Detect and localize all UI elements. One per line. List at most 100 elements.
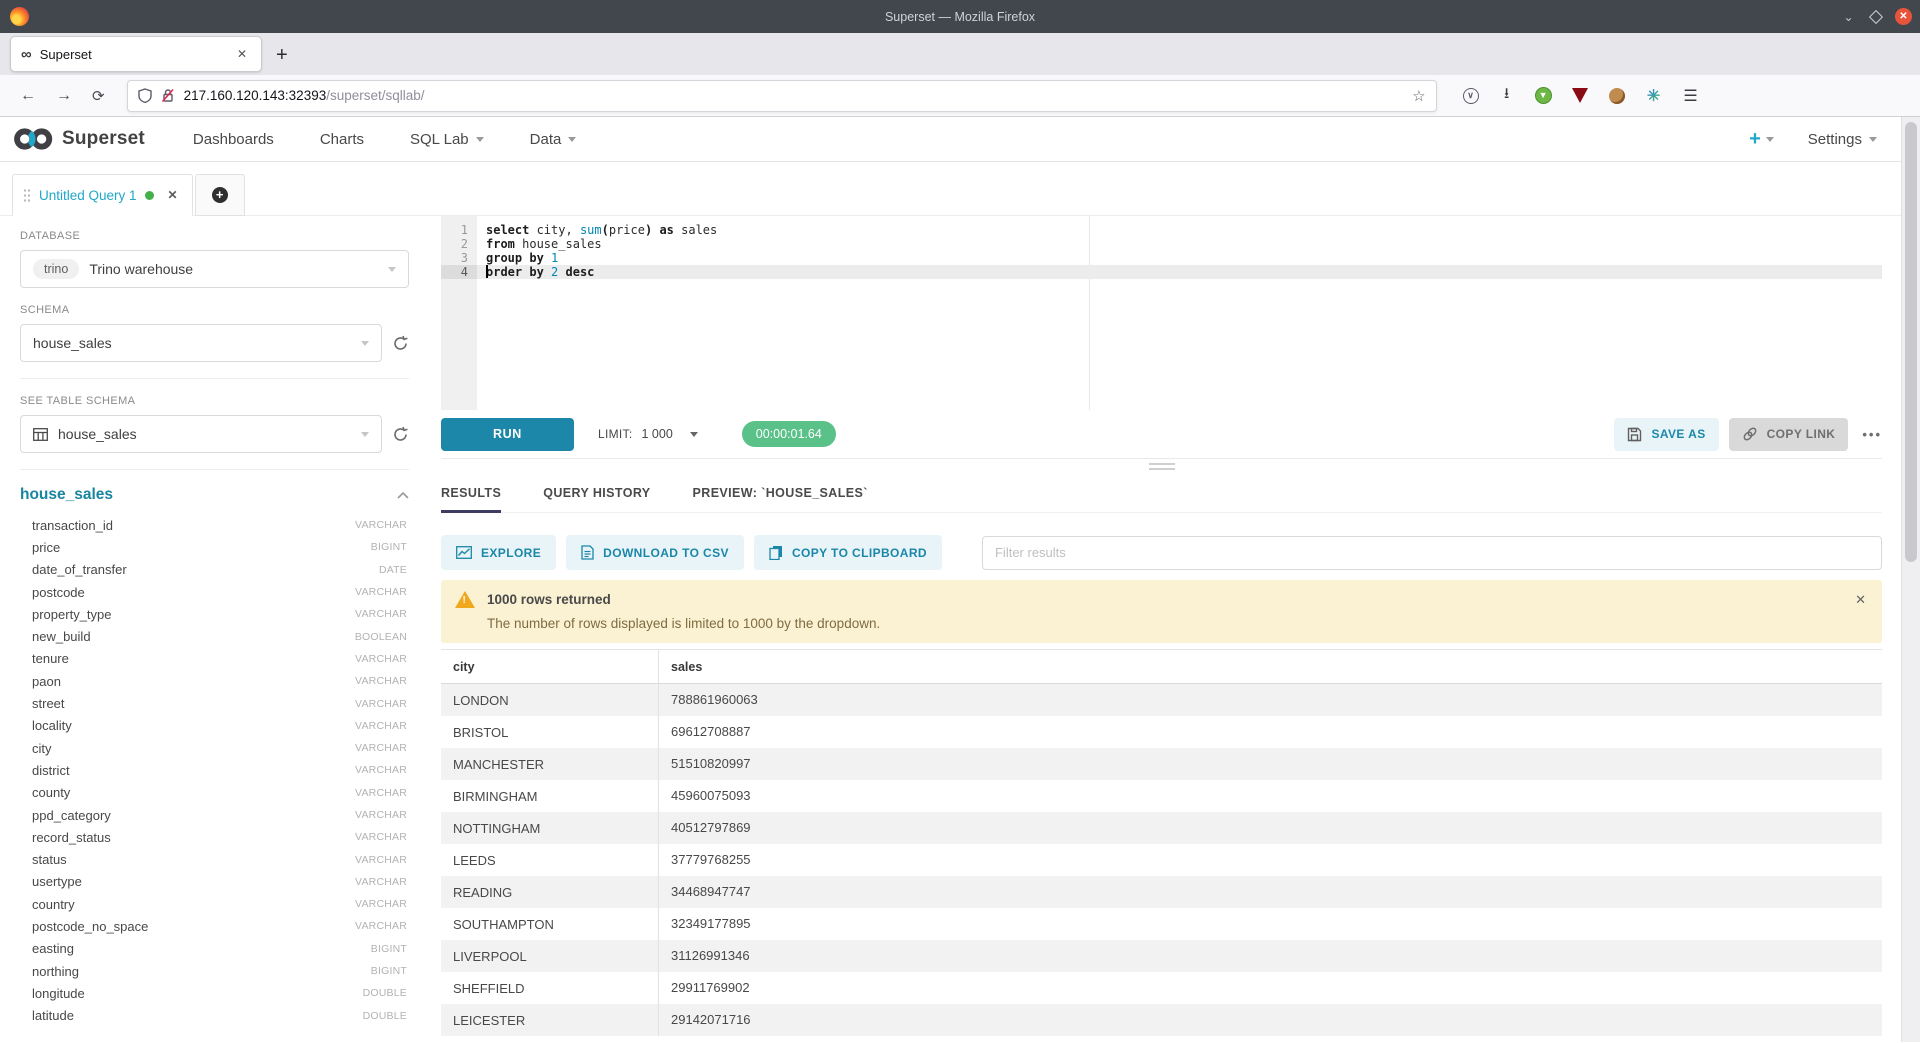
- more-options-icon[interactable]: •••: [1862, 427, 1882, 442]
- bookmark-star-icon[interactable]: ☆: [1412, 87, 1425, 105]
- limit-dropdown[interactable]: LIMIT: 1 000: [598, 427, 698, 441]
- privacy-badger-icon[interactable]: ▼: [1535, 87, 1552, 104]
- alert-close-icon[interactable]: ✕: [1855, 592, 1866, 608]
- nav-item-sql-lab[interactable]: SQL Lab: [410, 131, 484, 148]
- download-csv-button[interactable]: DOWNLOAD TO CSV: [566, 535, 744, 570]
- column-type: VARCHAR: [355, 854, 407, 866]
- table-heading[interactable]: house_sales: [20, 486, 397, 504]
- editor-gutter: 1234: [441, 216, 477, 410]
- cell-city: NOTTINGHAM: [441, 821, 540, 836]
- column-name: city: [32, 741, 355, 756]
- nav-item-dashboards[interactable]: Dashboards: [193, 131, 274, 148]
- plus-icon: +: [1749, 128, 1761, 151]
- forward-icon[interactable]: →: [56, 87, 72, 105]
- cell-city: LEEDS: [441, 853, 496, 868]
- cell-sales: 51510820997: [659, 756, 751, 771]
- superset-favicon-icon: ∞: [21, 47, 32, 62]
- divider: [20, 469, 409, 470]
- superset-brand[interactable]: Superset: [12, 126, 145, 152]
- schema-select[interactable]: house_sales: [20, 324, 382, 362]
- nav-item-data[interactable]: Data: [530, 131, 577, 148]
- schema-column-row: paon VARCHAR: [20, 670, 409, 692]
- table-row: BRISTOL 69612708887: [441, 716, 1882, 748]
- tab-query-history[interactable]: QUERY HISTORY: [543, 473, 650, 513]
- save-as-button[interactable]: SAVE AS: [1614, 418, 1718, 451]
- insecure-lock-icon[interactable]: [161, 88, 175, 103]
- url-bar[interactable]: 217.160.120.143:32393/superset/sqllab/ ☆: [127, 80, 1437, 112]
- column-header-city[interactable]: city: [441, 660, 475, 674]
- add-query-tab[interactable]: +: [195, 174, 245, 216]
- column-type: VARCHAR: [355, 898, 407, 910]
- page-scrollbar[interactable]: [1901, 117, 1920, 1042]
- explore-button[interactable]: EXPLORE: [441, 535, 556, 570]
- schema-column-row: new_build BOOLEAN: [20, 625, 409, 647]
- column-name: paon: [32, 674, 355, 689]
- refresh-tables-icon[interactable]: [392, 426, 409, 443]
- url-text[interactable]: 217.160.120.143:32393/superset/sqllab/: [184, 88, 1413, 103]
- column-name: country: [32, 897, 355, 912]
- database-select[interactable]: trino Trino warehouse: [20, 250, 409, 288]
- query-tab-close-icon[interactable]: ✕: [168, 188, 178, 202]
- download-csv-label: DOWNLOAD TO CSV: [603, 546, 729, 560]
- cell-city: SOUTHAMPTON: [441, 917, 554, 932]
- cell-city: MANCHESTER: [441, 757, 544, 772]
- column-type: VARCHAR: [355, 876, 407, 888]
- cell-sales: 37779768255: [659, 852, 751, 867]
- column-name: price: [32, 540, 371, 555]
- pane-resize-handle[interactable]: [441, 459, 1882, 473]
- schema-column-row: city VARCHAR: [20, 737, 409, 759]
- table-select[interactable]: house_sales: [20, 415, 382, 453]
- browser-tab[interactable]: ∞ Superset ✕: [10, 36, 262, 72]
- refresh-schemas-icon[interactable]: [392, 335, 409, 352]
- firefox-logo-icon: [10, 7, 29, 26]
- new-tab-button[interactable]: +: [276, 44, 288, 67]
- nav-label: SQL Lab: [410, 131, 469, 148]
- back-icon[interactable]: ←: [20, 87, 36, 105]
- ublock-icon[interactable]: [1571, 87, 1589, 105]
- editor-code[interactable]: select city, sum(price) as salesfrom hou…: [477, 216, 1882, 410]
- tab-preview-house-sales[interactable]: PREVIEW: `HOUSE_SALES`: [693, 473, 868, 513]
- cell-city: READING: [441, 885, 512, 900]
- copy-link-button[interactable]: COPY LINK: [1729, 418, 1849, 451]
- window-maximize-icon[interactable]: [1869, 9, 1883, 23]
- chevron-down-icon: [1766, 137, 1774, 142]
- settings-menu[interactable]: Settings: [1808, 131, 1877, 148]
- column-type: VARCHAR: [355, 787, 407, 799]
- tab-close-icon[interactable]: ✕: [233, 45, 251, 63]
- downloads-icon[interactable]: ⭳: [1498, 87, 1516, 105]
- hamburger-menu-icon[interactable]: ☰: [1682, 87, 1700, 105]
- sql-editor[interactable]: 1234 select city, sum(price) as salesfro…: [441, 216, 1882, 410]
- window-close-icon[interactable]: ✕: [1895, 8, 1912, 25]
- run-button[interactable]: RUN: [441, 418, 574, 451]
- schema-column-row: locality VARCHAR: [20, 715, 409, 737]
- results-actions: EXPLORE DOWNLOAD TO CSV COPY TO CLIPBOAR…: [441, 535, 1882, 570]
- tab-results[interactable]: RESULTS: [441, 473, 501, 513]
- save-icon: [1627, 427, 1642, 442]
- tracking-shield-icon[interactable]: [138, 88, 152, 103]
- drag-grip-icon[interactable]: [23, 188, 31, 202]
- cell-sales: 29142071716: [659, 1012, 751, 1027]
- url-host: 217.160.120.143:32393: [184, 88, 327, 103]
- scrollbar-thumb[interactable]: [1905, 122, 1917, 562]
- filter-results-input[interactable]: [982, 536, 1882, 570]
- window-minimize-icon[interactable]: ⌄: [1840, 8, 1857, 25]
- column-list: transaction_id VARCHAR price BIGINT date…: [20, 514, 409, 1027]
- pocket-icon[interactable]: ∨: [1463, 88, 1479, 104]
- consent-extension-icon[interactable]: ✳: [1645, 87, 1663, 105]
- copy-clipboard-button[interactable]: COPY TO CLIPBOARD: [754, 535, 942, 570]
- table-row: LIVERPOOL 31126991346: [441, 940, 1882, 972]
- schema-column-row: usertype VARCHAR: [20, 871, 409, 893]
- reload-icon[interactable]: ⟳: [92, 87, 105, 105]
- cell-sales: 40512797869: [659, 820, 751, 835]
- column-header-sales[interactable]: sales: [659, 660, 702, 674]
- column-name: northing: [32, 964, 371, 979]
- nav-item-charts[interactable]: Charts: [320, 131, 364, 148]
- cookie-extension-icon[interactable]: [1608, 87, 1626, 105]
- save-as-label: SAVE AS: [1651, 427, 1705, 441]
- chevron-up-icon[interactable]: [397, 491, 409, 499]
- chevron-down-icon: [1869, 137, 1877, 142]
- new-item-button[interactable]: +: [1749, 128, 1774, 151]
- column-name: date_of_transfer: [32, 562, 379, 577]
- clipboard-icon: [769, 545, 783, 560]
- query-tab-active[interactable]: Untitled Query 1 ✕: [12, 174, 193, 216]
